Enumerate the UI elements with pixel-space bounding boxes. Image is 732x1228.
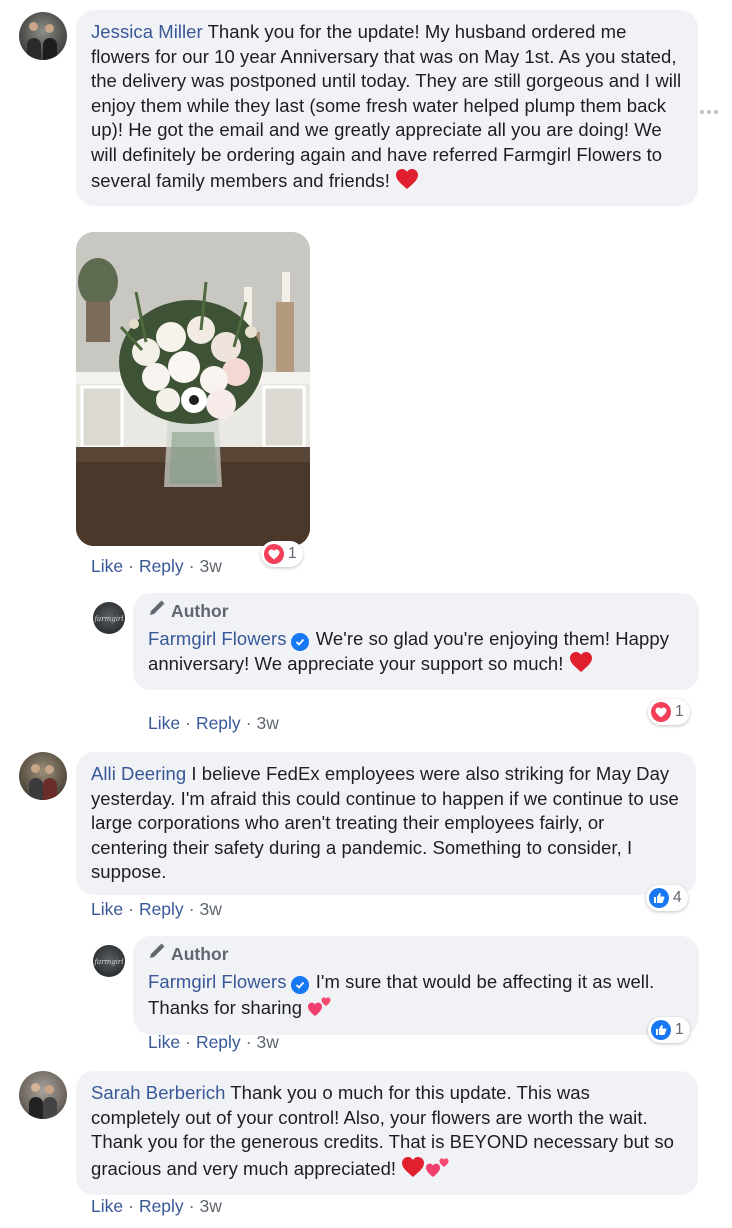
pencil-icon: [148, 599, 166, 624]
avatar[interactable]: [19, 1071, 67, 1119]
comment-actions: Like · Reply · 3w: [91, 1196, 222, 1217]
reaction-count-badge[interactable]: 1: [648, 699, 690, 725]
avatar[interactable]: [19, 12, 67, 60]
svg-text:farmgirl: farmgirl: [93, 615, 123, 623]
reply-link[interactable]: Reply: [196, 1032, 241, 1053]
reaction-count-badge[interactable]: 4: [646, 885, 688, 911]
timestamp[interactable]: 3w: [257, 713, 279, 734]
svg-text:farmgirl: farmgirl: [93, 958, 123, 966]
like-link[interactable]: Like: [148, 1032, 180, 1053]
red-heart-icon: [569, 651, 593, 680]
like-reaction-icon: [651, 1020, 671, 1040]
comment-actions: Like · Reply · 3w: [91, 899, 222, 920]
reaction-count: 4: [673, 889, 682, 906]
like-link[interactable]: Like: [91, 899, 123, 920]
two-hearts-icon: [425, 1155, 451, 1186]
commenter-name[interactable]: Farmgirl Flowers: [148, 971, 287, 992]
author-label: Author: [171, 601, 229, 621]
love-reaction-icon: [651, 702, 671, 722]
reaction-count: 1: [288, 545, 297, 562]
timestamp[interactable]: 3w: [257, 1032, 279, 1053]
reply-link[interactable]: Reply: [139, 1196, 184, 1217]
comment-text: Thank you for the update! My husband ord…: [91, 21, 682, 191]
comment-actions: Like · Reply · 3w: [91, 556, 222, 577]
timestamp[interactable]: 3w: [200, 556, 222, 577]
timestamp[interactable]: 3w: [200, 1196, 222, 1217]
verified-badge-icon: [290, 632, 309, 651]
verified-badge-icon: [290, 975, 309, 994]
comment-bubble: Jessica Miller Thank you for the update!…: [76, 10, 698, 207]
comment-bubble: Alli Deering I believe FedEx employees w…: [76, 752, 696, 895]
reaction-count: 1: [675, 1021, 684, 1038]
attached-photo[interactable]: [76, 232, 310, 546]
like-link[interactable]: Like: [148, 713, 180, 734]
reaction-count-badge[interactable]: 1: [648, 1017, 690, 1043]
avatar[interactable]: farmgirl: [93, 602, 125, 634]
commenter-name[interactable]: Sarah Berberich: [91, 1082, 225, 1103]
commenter-name[interactable]: Jessica Miller: [91, 21, 203, 42]
reply-bubble: Author Farmgirl Flowers We're so glad yo…: [133, 593, 699, 690]
like-reaction-icon: [649, 888, 669, 908]
reply-link[interactable]: Reply: [139, 556, 184, 577]
reply-link[interactable]: Reply: [139, 899, 184, 920]
reaction-count-badge[interactable]: 1: [261, 541, 303, 567]
reply-link[interactable]: Reply: [196, 713, 241, 734]
like-link[interactable]: Like: [91, 556, 123, 577]
author-badge: Author: [148, 599, 685, 624]
love-reaction-icon: [264, 544, 284, 564]
author-label: Author: [171, 944, 229, 964]
red-heart-icon: [401, 1156, 425, 1185]
avatar[interactable]: farmgirl: [93, 945, 125, 977]
two-hearts-icon: [307, 994, 333, 1025]
red-heart-icon: [395, 168, 419, 197]
reply-bubble: Author Farmgirl Flowers I'm sure that wo…: [133, 936, 699, 1035]
pencil-icon: [148, 942, 166, 967]
avatar[interactable]: [19, 752, 67, 800]
comment-actions: Like · Reply · 3w: [148, 713, 279, 734]
timestamp[interactable]: 3w: [200, 899, 222, 920]
comment-actions: Like · Reply · 3w: [148, 1032, 279, 1053]
author-badge: Author: [148, 942, 685, 967]
commenter-name[interactable]: Farmgirl Flowers: [148, 628, 287, 649]
reaction-count: 1: [675, 703, 684, 720]
like-link[interactable]: Like: [91, 1196, 123, 1217]
comment-bubble: Sarah Berberich Thank you o much for thi…: [76, 1071, 698, 1196]
commenter-name[interactable]: Alli Deering: [91, 763, 186, 784]
more-options-icon[interactable]: [700, 110, 718, 114]
